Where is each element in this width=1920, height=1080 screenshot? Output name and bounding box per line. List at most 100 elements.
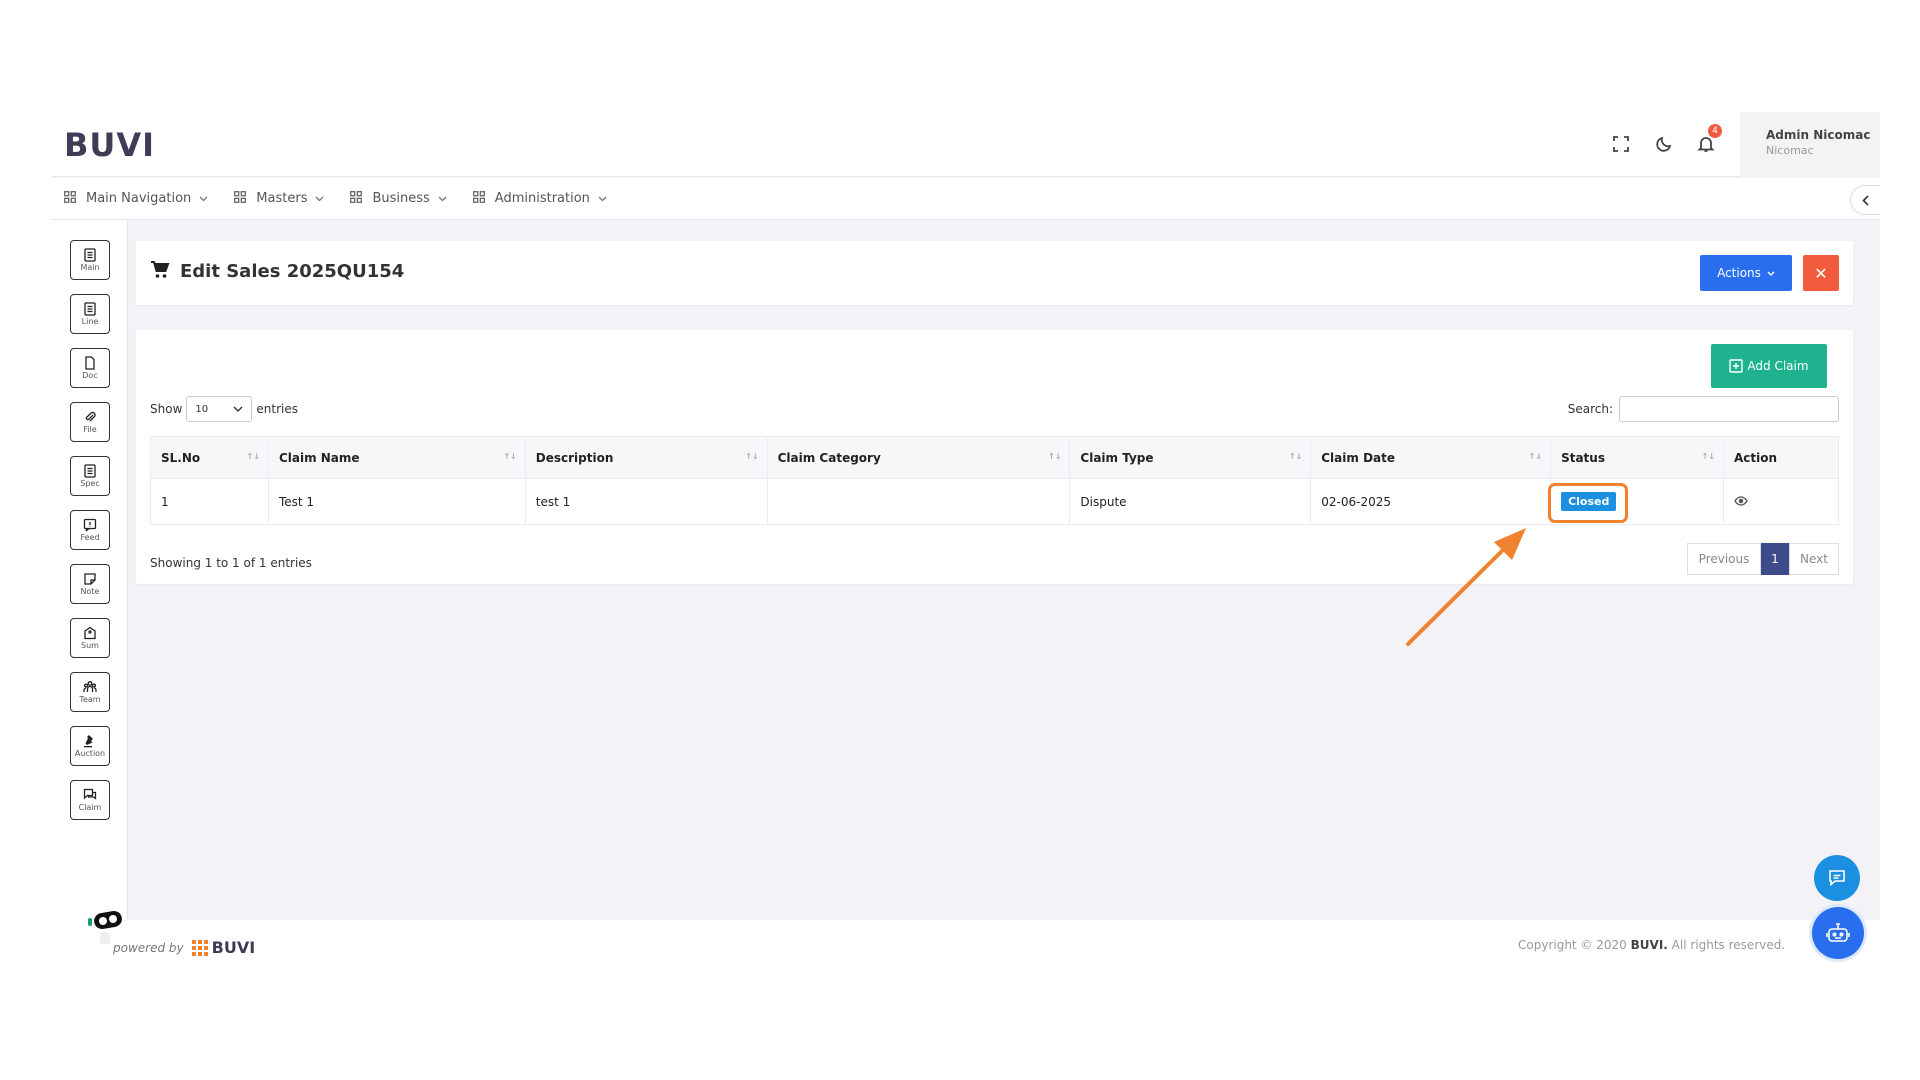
fullscreen-icon[interactable] bbox=[1609, 132, 1633, 156]
chat-button[interactable] bbox=[1814, 855, 1860, 901]
spec-sheet-icon bbox=[84, 464, 96, 478]
nav-label: Masters bbox=[256, 191, 308, 206]
sidebar-item-main[interactable]: Main bbox=[70, 240, 110, 280]
actions-dropdown-button[interactable]: Actions bbox=[1700, 255, 1792, 291]
chatbot-button[interactable] bbox=[1812, 907, 1864, 959]
table-search: Search: bbox=[1568, 396, 1839, 422]
cell-claim-type: Dispute bbox=[1069, 478, 1312, 525]
team-icon bbox=[83, 681, 97, 692]
page-title-card: Edit Sales 2025QU154 Actions ✕ bbox=[136, 241, 1853, 305]
column-header-sl-no[interactable]: SL.No ↑↓ bbox=[150, 436, 269, 479]
table-header-row: SL.No ↑↓ Claim Name ↑↓ Description ↑↓ Claim… bbox=[150, 436, 1840, 479]
nav-administration[interactable]: Administration bbox=[472, 190, 607, 207]
header-label: Description bbox=[535, 450, 614, 465]
gavel-icon bbox=[84, 735, 93, 748]
sidebar-item-label: Sum bbox=[81, 641, 99, 650]
sidebar-item-label: Spec bbox=[80, 479, 100, 488]
sort-icon: ↑↓ bbox=[246, 452, 260, 461]
sidebar-item-label: Auction bbox=[74, 749, 106, 758]
grid-icon bbox=[350, 190, 363, 207]
sidebar-item-auction[interactable]: Auction bbox=[70, 726, 110, 766]
sidebar-item-label: Line bbox=[81, 317, 99, 326]
chat-icon bbox=[1829, 870, 1845, 887]
pagination-page-1[interactable]: 1 bbox=[1761, 543, 1789, 575]
header-label: SL.No bbox=[161, 450, 201, 465]
header-label: Claim Name bbox=[278, 450, 360, 465]
app-frame: BUVI 4 Admin Nicomac Nicomac Main Naviga… bbox=[52, 112, 1880, 920]
sidebar-item-label: Main bbox=[80, 263, 100, 272]
nav-business[interactable]: Business bbox=[350, 190, 447, 207]
copyright-prefix: Copyright © 2020 bbox=[1518, 938, 1627, 952]
sidebar-collapse-button[interactable] bbox=[1850, 185, 1880, 215]
sidebar-item-label: Claim bbox=[78, 803, 102, 812]
pagination-next[interactable]: Next bbox=[1789, 543, 1839, 575]
sidebar-item-label: Doc bbox=[82, 371, 98, 380]
sidebar-item-claim[interactable]: Claim bbox=[70, 780, 110, 820]
plus-square-icon bbox=[1729, 359, 1744, 373]
copyright: Copyright © 2020 BUVI. All rights reserv… bbox=[1518, 938, 1785, 952]
chat-bubbles-icon bbox=[83, 788, 97, 800]
sort-icon: ↑↓ bbox=[1701, 452, 1715, 461]
status-wrapper: Closed bbox=[1548, 483, 1629, 523]
nav-masters[interactable]: Masters bbox=[234, 190, 324, 207]
entries-length-control: Show 10 entries bbox=[150, 396, 298, 422]
sidebar-item-note[interactable]: Note bbox=[70, 564, 110, 604]
column-header-description[interactable]: Description ↑↓ bbox=[524, 436, 768, 479]
powered-by-label: powered by bbox=[113, 940, 184, 955]
header-label: Action bbox=[1733, 450, 1778, 465]
sidebar-item-team[interactable]: Team bbox=[70, 672, 110, 712]
entries-per-page-select[interactable]: 10 bbox=[186, 396, 253, 422]
nav-label: Main Navigation bbox=[86, 191, 192, 206]
sidebar-item-line[interactable]: Line bbox=[70, 294, 110, 334]
chevron-down-icon bbox=[438, 191, 447, 206]
search-input[interactable] bbox=[1619, 396, 1839, 422]
buvi-logo[interactable]: BUVI bbox=[64, 126, 155, 164]
grid-icon bbox=[64, 190, 76, 207]
sidebar-item-label: File bbox=[83, 425, 97, 434]
copyright-brand: BUVI. bbox=[1630, 938, 1668, 952]
column-header-claim-category[interactable]: Claim Category ↑↓ bbox=[766, 436, 1071, 479]
column-header-action: Action bbox=[1722, 436, 1840, 479]
shopping-cart-icon bbox=[150, 261, 170, 283]
sort-icon: ↑↓ bbox=[503, 452, 517, 461]
sidebar-item-doc[interactable]: Doc bbox=[70, 348, 110, 388]
pagination-previous[interactable]: Previous bbox=[1687, 543, 1761, 575]
claims-table-card: Add Claim Show 10 entries Search: SL.No ↑… bbox=[136, 330, 1853, 584]
pagination: Previous 1 Next bbox=[1687, 543, 1839, 575]
main-nav-bar: Main Navigation Masters Business Adminis… bbox=[52, 178, 1880, 220]
nav-label: Administration bbox=[494, 191, 590, 206]
footer-logo: BUVI bbox=[191, 938, 256, 957]
sort-icon: ↑↓ bbox=[1528, 452, 1543, 461]
header-label: Claim Category bbox=[777, 450, 881, 465]
eye-icon[interactable] bbox=[1734, 495, 1748, 509]
sidebar-item-label: Team bbox=[79, 695, 101, 704]
claims-table: SL.No ↑↓ Claim Name ↑↓ Description ↑↓ Claim… bbox=[150, 436, 1840, 525]
section-sidebar: Main Line Doc File Spec Feed Note Sum Te… bbox=[52, 220, 128, 920]
cell-sl-no: 1 bbox=[150, 478, 269, 525]
user-menu[interactable]: Admin Nicomac Nicomac bbox=[1740, 112, 1880, 177]
sort-icon: ↑↓ bbox=[745, 452, 759, 461]
column-header-status[interactable]: Status ↑↓ bbox=[1550, 436, 1724, 479]
sidebar-item-sum[interactable]: Sum bbox=[70, 618, 110, 658]
grid-icon bbox=[472, 190, 485, 207]
column-header-claim-name[interactable]: Claim Name ↑↓ bbox=[267, 436, 526, 479]
feedback-icon bbox=[83, 518, 97, 532]
header-label: Claim Type bbox=[1080, 450, 1154, 465]
sidebar-item-feed[interactable]: Feed bbox=[70, 510, 110, 550]
chevron-down-icon bbox=[315, 191, 324, 206]
summary-icon bbox=[84, 626, 96, 640]
page-title: Edit Sales 2025QU154 bbox=[180, 261, 405, 282]
dark-mode-moon-icon[interactable] bbox=[1652, 132, 1676, 156]
nav-main-navigation[interactable]: Main Navigation bbox=[64, 190, 208, 207]
column-header-claim-type[interactable]: Claim Type ↑↓ bbox=[1069, 436, 1312, 479]
sticky-note-icon bbox=[84, 573, 96, 585]
chevron-down-icon bbox=[598, 191, 607, 206]
notification-bell-icon[interactable]: 4 bbox=[1694, 124, 1722, 156]
sidebar-item-spec[interactable]: Spec bbox=[70, 456, 110, 496]
column-header-claim-date[interactable]: Claim Date ↑↓ bbox=[1310, 436, 1552, 479]
add-claim-button[interactable]: Add Claim bbox=[1711, 344, 1827, 388]
footer-brand: BUVI bbox=[211, 938, 256, 957]
sidebar-item-label: Note bbox=[80, 587, 100, 596]
close-button[interactable]: ✕ bbox=[1803, 255, 1839, 291]
sidebar-item-file[interactable]: File bbox=[70, 402, 110, 442]
